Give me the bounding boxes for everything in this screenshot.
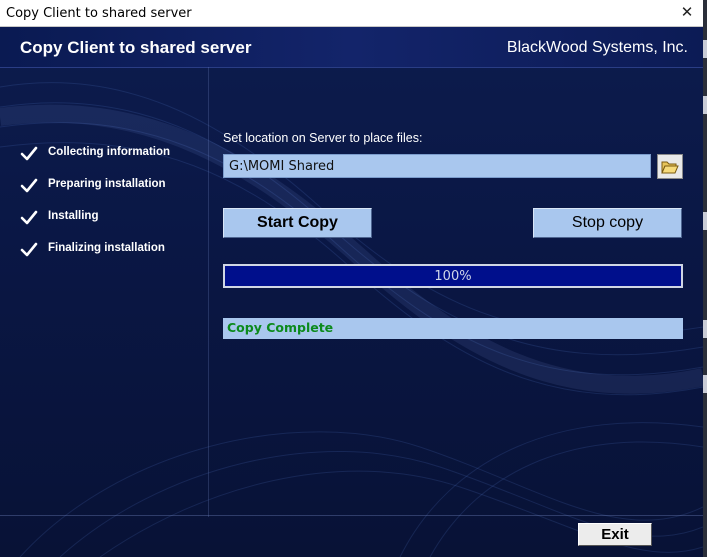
background-window-fragment (703, 375, 707, 393)
background-window-fragment (703, 212, 707, 230)
copy-progress-bar: 100% (223, 264, 683, 288)
folder-open-icon (661, 161, 679, 173)
step-label: Finalizing installation (48, 242, 165, 254)
checkmark-icon (20, 146, 38, 161)
installer-window: Copy Client to shared server ✕ Copy Clie… (0, 0, 703, 557)
checkmark-icon (20, 242, 38, 257)
title-bar: Copy Client to shared server ✕ (0, 0, 703, 27)
background-swoosh-decoration (0, 82, 703, 557)
close-button[interactable]: ✕ (677, 3, 697, 23)
step-label: Installing (48, 210, 99, 222)
stop-copy-button[interactable]: Stop copy (533, 208, 682, 238)
status-message: Copy Complete (227, 320, 334, 335)
server-path-input[interactable] (223, 154, 651, 178)
window-title: Copy Client to shared server (6, 6, 192, 21)
footer-divider (0, 515, 703, 516)
start-copy-button[interactable]: Start Copy (223, 208, 372, 238)
background-window-fragment (703, 96, 707, 114)
location-label: Set location on Server to place files: (223, 131, 423, 145)
company-name: BlackWood Systems, Inc. (506, 39, 688, 56)
status-bar: Copy Complete (223, 318, 683, 339)
header-title: Copy Client to shared server (20, 38, 252, 57)
checkmark-icon (20, 178, 38, 193)
exit-button[interactable]: Exit (578, 523, 652, 546)
browse-folder-button[interactable] (657, 154, 683, 179)
background-window-edge (703, 0, 707, 557)
background-window-fragment (703, 40, 707, 58)
step-label: Collecting information (48, 146, 171, 158)
dialog-content: Copy Client to shared server BlackWood S… (0, 27, 703, 557)
panel-divider (208, 67, 209, 517)
progress-percent-text: 100% (434, 268, 472, 284)
header-bar: Copy Client to shared server BlackWood S… (0, 27, 703, 68)
step-label: Preparing installation (48, 178, 166, 190)
checkmark-icon (20, 210, 38, 225)
background-window-fragment (703, 320, 707, 338)
